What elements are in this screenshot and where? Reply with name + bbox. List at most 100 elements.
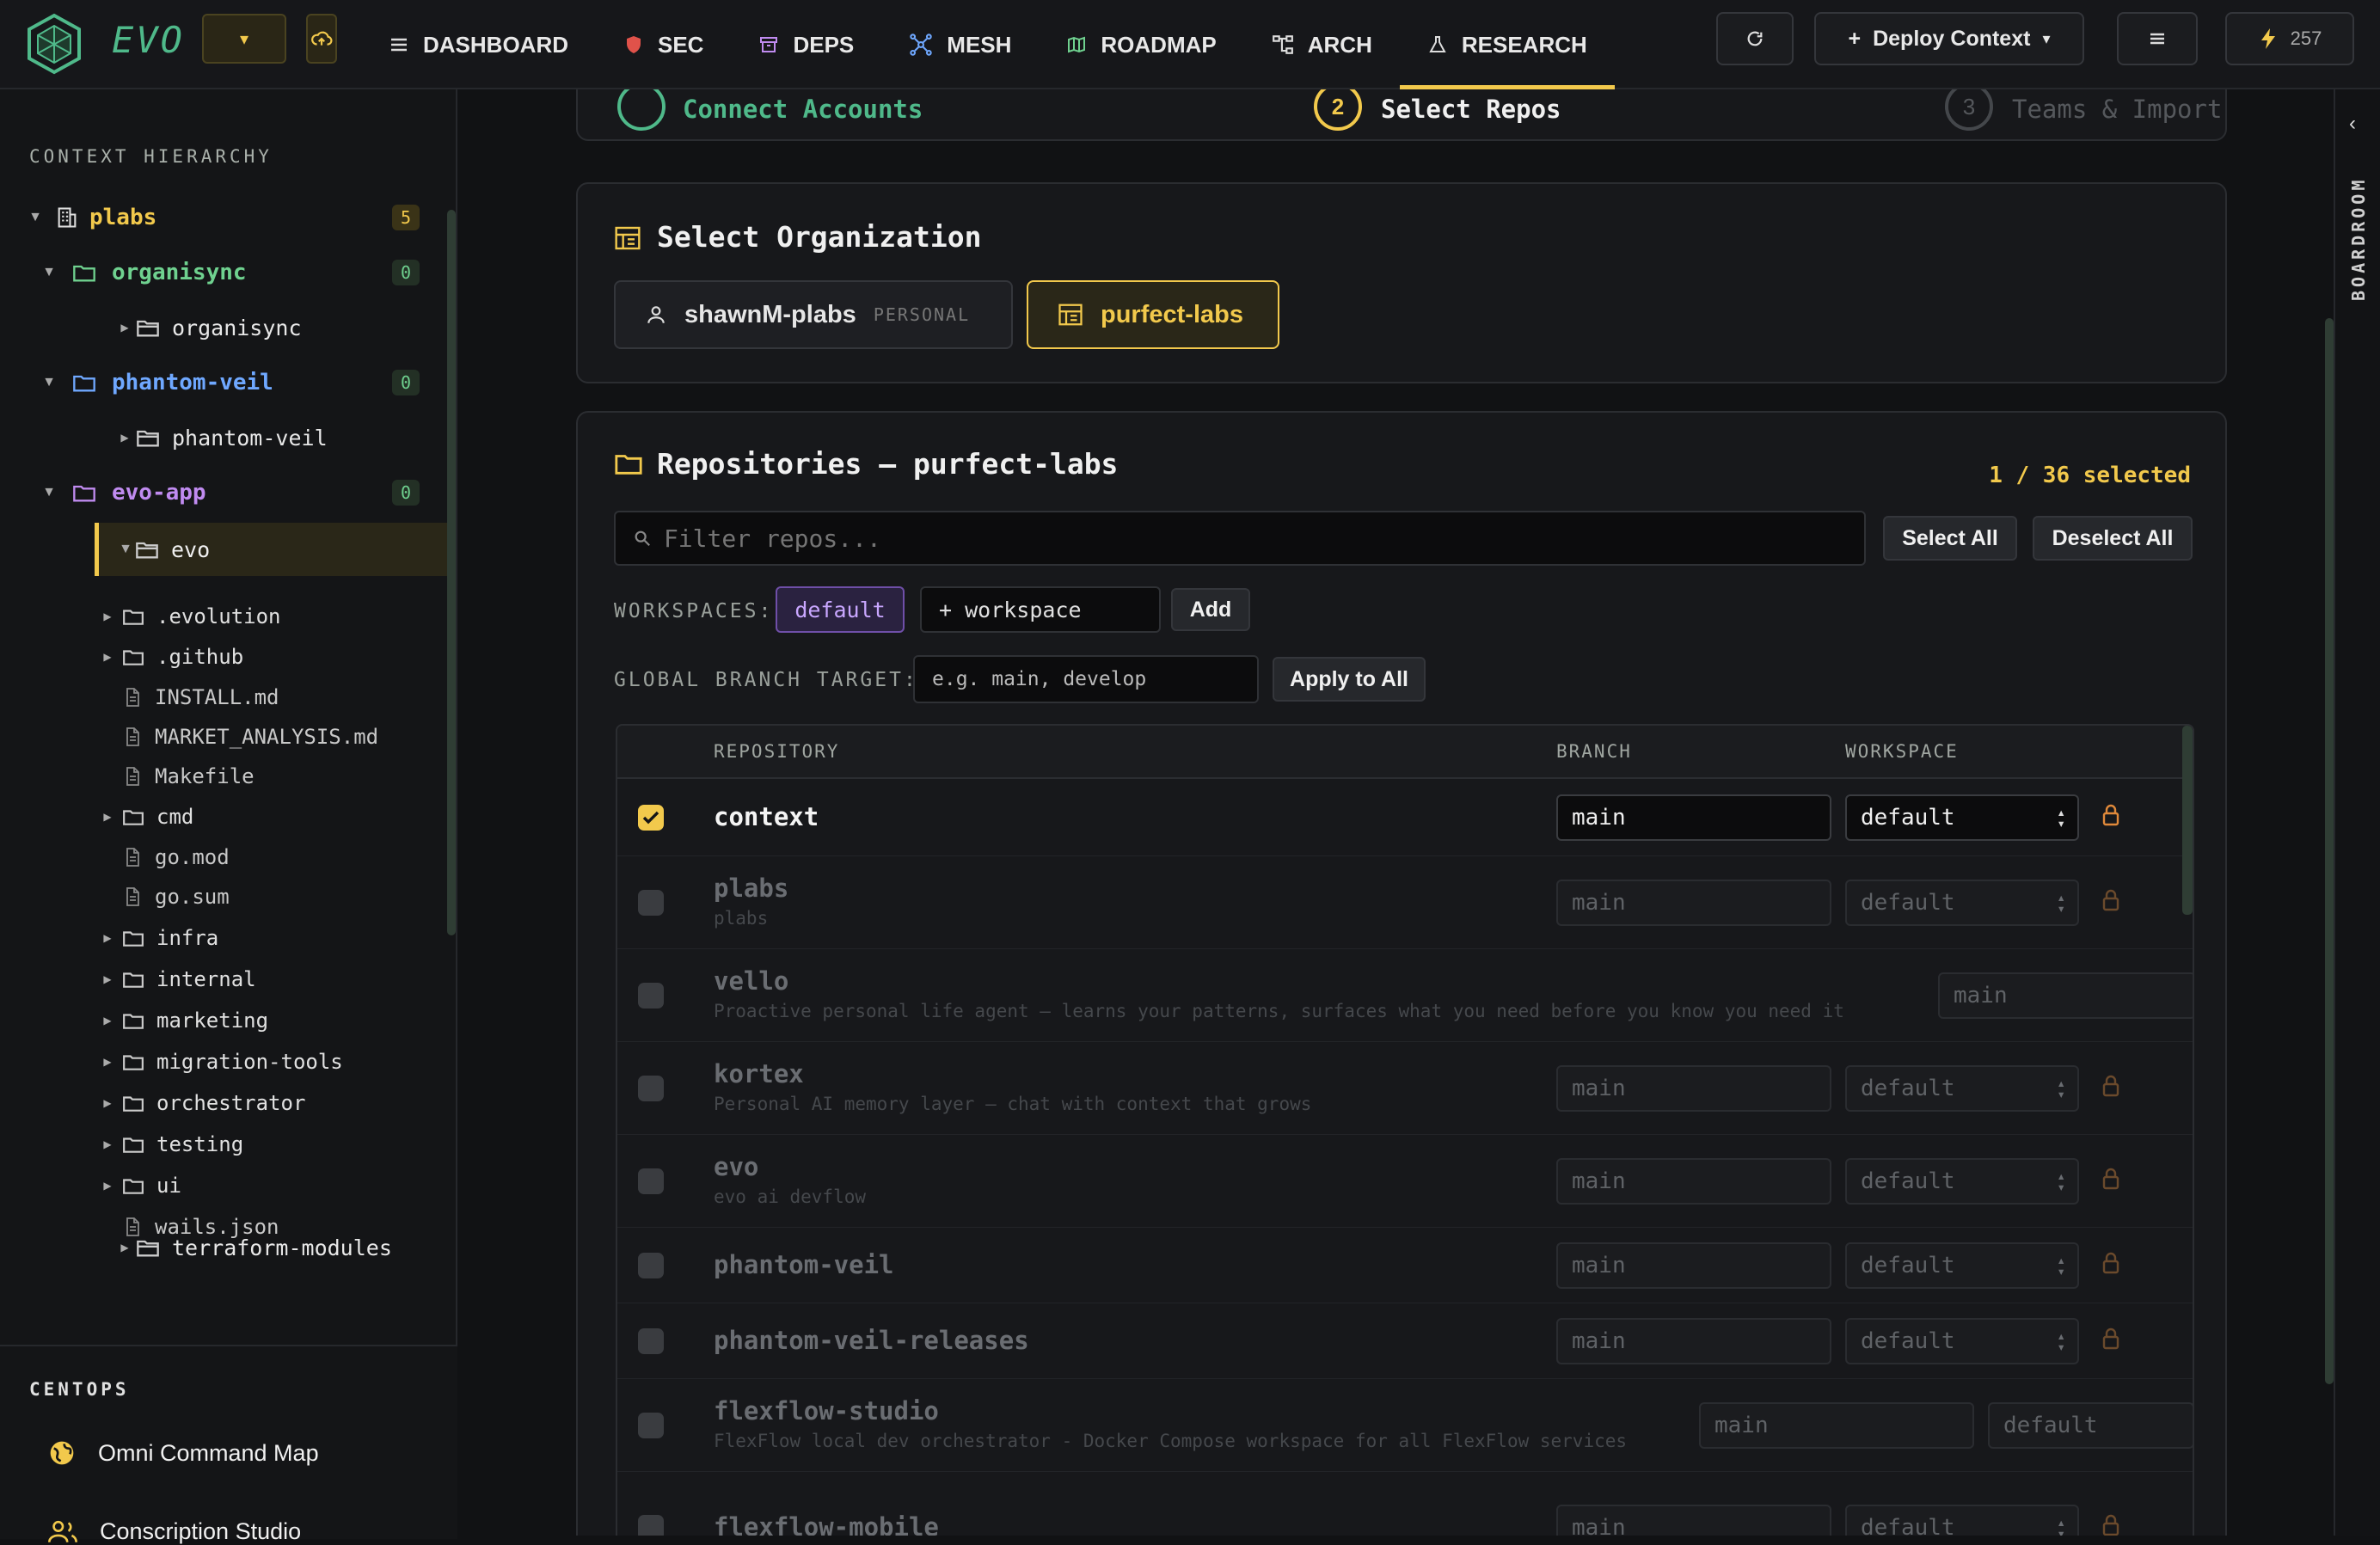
repo-checkbox[interactable] — [638, 1328, 664, 1354]
workspace-select[interactable]: default ▴ ▾ — [1845, 1158, 2079, 1205]
table-row[interactable]: evo evo ai devflow main default ▴ ▾ — [617, 1135, 2193, 1228]
new-workspace-input[interactable]: + workspace — [920, 586, 1161, 633]
repo-checkbox[interactable] — [638, 1515, 664, 1536]
tree-item-organisync[interactable]: ▶ organisync — [0, 308, 447, 347]
sidebar-scrollbar[interactable] — [447, 210, 456, 935]
workspace-select[interactable]: default ▴ ▾ — [1845, 1065, 2079, 1112]
cloud-sync-button[interactable] — [306, 14, 337, 64]
table-row[interactable]: plabs plabs main default ▴ ▾ — [617, 856, 2193, 949]
step-select-repos[interactable]: Select Repos — [1381, 95, 1561, 124]
nav-arch[interactable]: ARCH — [1244, 0, 1400, 89]
branch-input[interactable]: main — [1556, 794, 1831, 841]
workspace-select[interactable]: default ▴ ▾ — [1845, 1318, 2079, 1364]
tree-group-phantom-veil[interactable]: ▼ phantom-veil 0 — [0, 363, 447, 402]
workspace-select[interactable]: default ▴ ▾ — [1845, 880, 2079, 926]
table-row[interactable]: kortex Personal AI memory layer — chat wi… — [617, 1042, 2193, 1135]
lock-icon[interactable] — [2101, 1327, 2120, 1350]
main-scrollbar[interactable] — [2325, 318, 2334, 1384]
add-workspace-button[interactable]: Add — [1171, 588, 1250, 631]
branch-input[interactable]: main — [1556, 1505, 1831, 1536]
step-teams-import[interactable]: Teams & Import — [2012, 95, 2222, 124]
lock-icon[interactable] — [2101, 889, 2120, 911]
table-row[interactable]: flexflow-studio FlexFlow local dev orches… — [617, 1379, 2193, 1472]
step-connect-accounts[interactable]: Connect Accounts — [683, 95, 923, 124]
filter-repos-field[interactable] — [614, 511, 1866, 566]
org-option-purfect-labs[interactable]: purfect-labs — [1027, 280, 1279, 349]
workspace-chip-default[interactable]: default — [776, 586, 905, 633]
table-row[interactable]: vello Proactive personal life agent — lea… — [617, 949, 2193, 1042]
workspace-select[interactable]: default — [1988, 1402, 2193, 1449]
lock-icon[interactable] — [2101, 1514, 2120, 1536]
tree-item-partial[interactable]: ▶ terraform-modules — [0, 1235, 447, 1260]
tree-folder-item[interactable]: ▶ ui — [0, 1166, 447, 1205]
tree-folder-item[interactable]: ▶ cmd — [0, 797, 447, 837]
lock-icon[interactable] — [2101, 804, 2120, 826]
tree-folder-item[interactable]: ▶ infra — [0, 918, 447, 958]
global-branch-input[interactable]: e.g. main, develop — [913, 655, 1259, 703]
filter-repos-input[interactable] — [663, 524, 1847, 553]
branch-input[interactable]: main — [1556, 1318, 1831, 1364]
branch-input[interactable]: main — [1556, 1242, 1831, 1289]
boardroom-label[interactable]: BOARDROOM — [2348, 177, 2369, 301]
branch-input[interactable]: main — [1938, 972, 2193, 1019]
org-option-personal[interactable]: shawnM-plabs PERSONAL — [614, 280, 1013, 349]
tree-folder-item[interactable]: ▶ testing — [0, 1125, 447, 1164]
tree-root-plabs[interactable]: ▼ plabs 5 — [0, 198, 447, 237]
branch-input[interactable]: main — [1556, 880, 1831, 926]
nav-dashboard[interactable]: DASHBOARD — [361, 0, 596, 89]
branch-input[interactable]: main — [1556, 1158, 1831, 1205]
nav-deps[interactable]: DEPS — [731, 0, 881, 89]
tree-folder-item[interactable]: ▶ .evolution — [0, 597, 447, 636]
repo-checkbox[interactable] — [638, 1076, 664, 1101]
table-row[interactable]: flexflow-mobile main default ▴ ▾ — [617, 1472, 2193, 1536]
tree-folder-item[interactable]: ▶ marketing — [0, 1001, 447, 1040]
tree-group-evo-app[interactable]: ▼ evo-app 0 — [0, 473, 447, 512]
tree-file-item[interactable]: go.sum — [0, 877, 447, 917]
workspace-select[interactable]: default ▴ ▾ — [1845, 794, 2079, 841]
chevron-left-icon[interactable]: ‹ — [2349, 112, 2356, 136]
tree-item-evo-selected[interactable]: ▼ evo — [95, 523, 447, 576]
tree-item-phantom-veil[interactable]: ▶ phantom-veil — [0, 418, 447, 457]
caret-right-icon: ▶ — [103, 1180, 112, 1192]
nav-research[interactable]: RESEARCH — [1399, 0, 1615, 89]
energy-counter[interactable]: 257 — [2225, 12, 2354, 65]
tree-folder-item[interactable]: ▶ migration-tools — [0, 1042, 447, 1082]
repo-checkbox[interactable] — [638, 983, 664, 1009]
lock-icon[interactable] — [2101, 1252, 2120, 1274]
repo-checkbox[interactable] — [638, 890, 664, 916]
nav-mesh[interactable]: MESH — [881, 0, 1039, 89]
tree-folder-item[interactable]: ▶ orchestrator — [0, 1083, 447, 1123]
tree-file-item[interactable]: INSTALL.md — [0, 677, 447, 717]
lock-icon[interactable] — [2101, 1168, 2120, 1190]
branch-input[interactable]: main — [1699, 1402, 1974, 1449]
tree-group-organisync[interactable]: ▼ organisync 0 — [0, 253, 447, 292]
lock-icon[interactable] — [2101, 1075, 2120, 1097]
hamburger-menu-button[interactable] — [2117, 12, 2198, 65]
repo-checkbox[interactable] — [638, 1168, 664, 1194]
table-row[interactable]: phantom-veil main default ▴ ▾ — [617, 1228, 2193, 1303]
refresh-button[interactable] — [1716, 12, 1794, 65]
table-row[interactable]: phantom-veil-releases main default ▴ ▾ — [617, 1303, 2193, 1379]
tree-folder-item[interactable]: ▶ internal — [0, 959, 447, 999]
branch-input[interactable]: main — [1556, 1065, 1831, 1112]
tree-file-item[interactable]: go.mod — [0, 837, 447, 877]
nav-roadmap[interactable]: ROADMAP — [1039, 0, 1243, 89]
repo-checkbox[interactable] — [638, 1253, 664, 1278]
context-select[interactable]: ▾ — [202, 14, 286, 64]
table-row[interactable]: context main default ▴ ▾ — [617, 779, 2193, 856]
repo-checkbox[interactable] — [638, 1413, 664, 1438]
deploy-context-button[interactable]: + Deploy Context ▾ — [1814, 12, 2084, 65]
workspace-select[interactable]: default ▴ ▾ — [1845, 1505, 2079, 1536]
tree-file-item[interactable]: MARKET_ANALYSIS.md — [0, 717, 447, 757]
repo-checkbox[interactable] — [638, 805, 664, 831]
nav-sec[interactable]: SEC — [596, 0, 731, 89]
table-scrollbar[interactable] — [2182, 726, 2193, 915]
apply-to-all-button[interactable]: Apply to All — [1273, 657, 1426, 702]
omni-command-map-item[interactable]: Omni Command Map — [48, 1439, 319, 1467]
conscription-studio-item[interactable]: Conscription Studio — [48, 1518, 301, 1545]
tree-file-item[interactable]: Makefile — [0, 757, 447, 796]
select-all-button[interactable]: Select All — [1883, 516, 2017, 561]
deselect-all-button[interactable]: Deselect All — [2033, 516, 2193, 561]
tree-folder-item[interactable]: ▶ .github — [0, 637, 447, 677]
workspace-select[interactable]: default ▴ ▾ — [1845, 1242, 2079, 1289]
